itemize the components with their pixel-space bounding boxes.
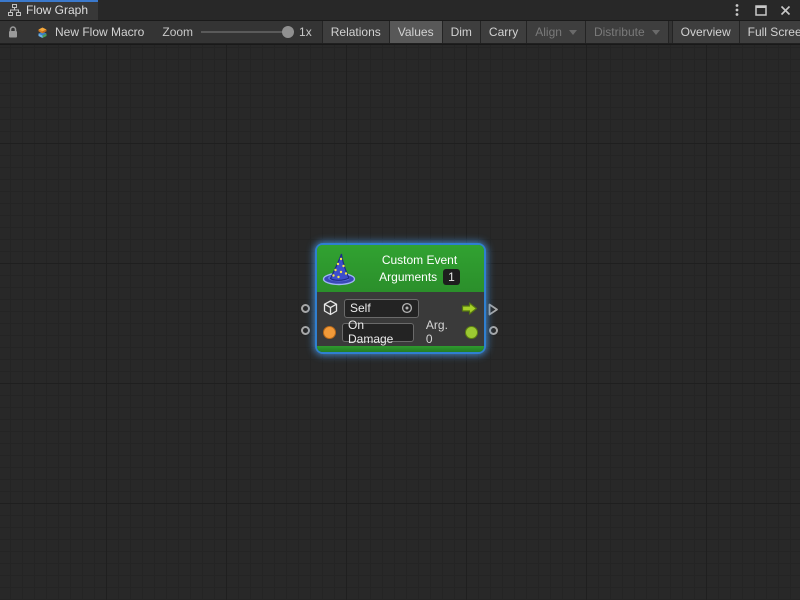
tab-bar: Flow Graph xyxy=(0,0,800,21)
lock-icon xyxy=(7,26,19,39)
distribute-dropdown[interactable]: Distribute xyxy=(585,21,668,43)
arg0-label: Arg. 0 xyxy=(426,318,455,346)
window-controls xyxy=(728,0,800,20)
object-picker-icon[interactable] xyxy=(401,302,413,314)
tab-flow-graph[interactable]: Flow Graph xyxy=(0,0,98,20)
zoom-value: 1x xyxy=(299,25,312,39)
macro-label: New Flow Macro xyxy=(55,25,144,39)
node-title-block: Custom Event Arguments 1 xyxy=(363,253,476,285)
fullscreen-button[interactable]: Full Screen xyxy=(739,21,800,43)
port-event-name-input[interactable] xyxy=(301,326,310,335)
node-title: Custom Event xyxy=(382,253,457,267)
node-header[interactable]: Custom Event Arguments 1 xyxy=(317,245,484,292)
flow-arrow-icon[interactable] xyxy=(461,301,478,316)
event-name-field[interactable]: On Damage xyxy=(342,323,414,342)
dim-button[interactable]: Dim xyxy=(442,21,480,43)
arg0-value-port-icon[interactable] xyxy=(465,326,478,339)
port-arg0-output[interactable] xyxy=(489,326,498,335)
node-footer xyxy=(317,346,484,352)
chevron-down-icon xyxy=(652,30,660,35)
self-port-row: Self xyxy=(323,297,478,319)
carry-button[interactable]: Carry xyxy=(480,21,526,43)
arguments-count-field[interactable]: 1 xyxy=(443,269,460,285)
lock-button[interactable] xyxy=(0,21,26,43)
flow-graph-icon xyxy=(8,4,21,16)
gameobject-cube-icon xyxy=(323,300,338,316)
event-name-value: On Damage xyxy=(348,318,408,346)
port-self-input[interactable] xyxy=(301,304,310,313)
flow-macro-icon xyxy=(34,25,51,40)
maximize-icon[interactable] xyxy=(752,1,770,19)
zoom-label: Zoom xyxy=(162,25,193,39)
zoom-control: Zoom 1x xyxy=(152,21,321,43)
toolbar-right-group: Relations Values Dim Carry Align Distrib… xyxy=(322,21,800,43)
overview-button[interactable]: Overview xyxy=(672,21,739,43)
wizard-hat-icon xyxy=(322,252,357,286)
graph-toolbar: New Flow Macro Zoom 1x Relations Values … xyxy=(0,21,800,44)
string-port-icon[interactable] xyxy=(323,326,336,339)
arguments-label: Arguments xyxy=(379,270,437,284)
port-trigger-output[interactable] xyxy=(488,303,499,316)
self-target-field[interactable]: Self xyxy=(344,299,419,318)
chevron-down-icon xyxy=(569,30,577,35)
tab-title: Flow Graph xyxy=(26,3,88,17)
custom-event-node[interactable]: Custom Event Arguments 1 Self xyxy=(317,245,484,352)
graph-canvas[interactable]: Custom Event Arguments 1 Self xyxy=(0,45,800,600)
event-name-port-row: On Damage Arg. 0 xyxy=(323,321,478,343)
align-dropdown[interactable]: Align xyxy=(526,21,585,43)
zoom-slider-handle[interactable] xyxy=(282,26,294,38)
macro-button[interactable]: New Flow Macro xyxy=(26,21,152,43)
relations-button[interactable]: Relations xyxy=(322,21,389,43)
self-target-value: Self xyxy=(350,301,371,315)
close-icon[interactable] xyxy=(776,1,794,19)
node-body: Self On xyxy=(317,292,484,346)
values-button[interactable]: Values xyxy=(389,21,442,43)
window-menu-icon[interactable] xyxy=(728,1,746,19)
node-arguments-row: Arguments 1 xyxy=(379,269,460,285)
zoom-slider[interactable] xyxy=(201,31,291,33)
